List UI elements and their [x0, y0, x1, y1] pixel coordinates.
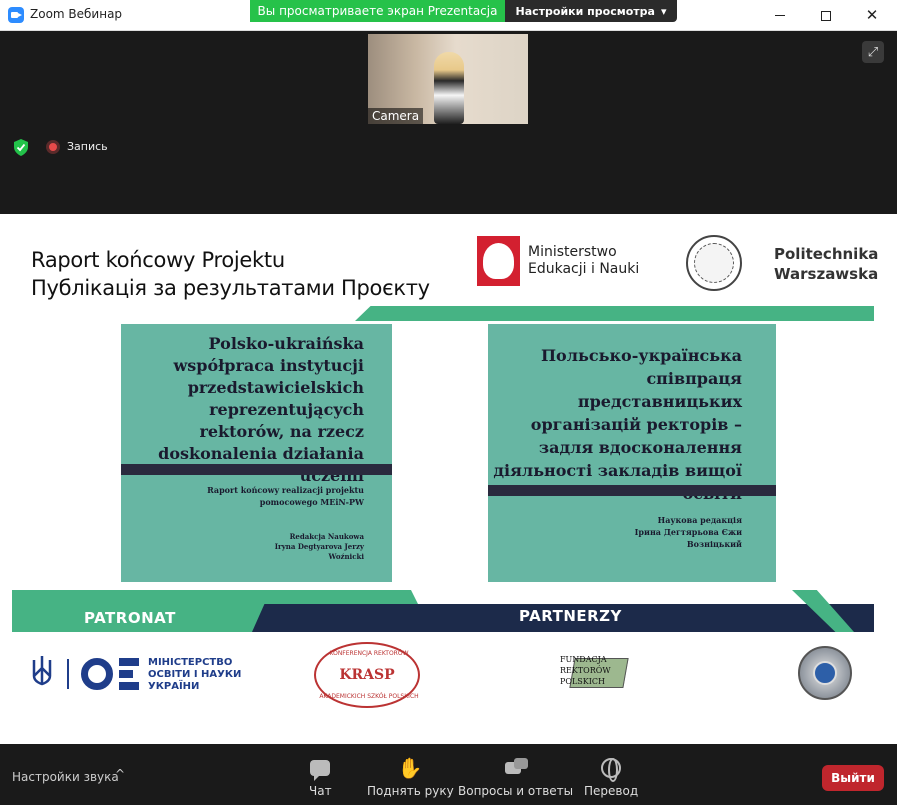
translation-label: Перевод — [584, 784, 639, 798]
maximize-icon — [821, 10, 831, 21]
window-title: Zoom Вебинар — [30, 7, 123, 21]
title-bar: Zoom Вебинар Вы просматриваете экран Pre… — [0, 0, 897, 31]
close-button[interactable]: ✕ — [849, 0, 895, 31]
ministry-line1: Ministerstwo — [528, 244, 617, 260]
hand-icon: ✋ — [397, 756, 423, 780]
view-options-label: Настройки просмотра — [515, 4, 655, 18]
maximize-button[interactable] — [803, 0, 849, 31]
close-icon: ✕ — [865, 6, 879, 24]
view-options-button[interactable]: Настройки просмотра ▾ — [505, 0, 677, 22]
book-cover-ukrainian: Польсько-українська співпраця представни… — [488, 324, 776, 582]
fullscreen-expand-icon[interactable]: ⤢ — [862, 41, 884, 63]
emblem-logo — [798, 646, 852, 700]
chat-label: Чат — [309, 784, 332, 798]
frp-logo: FUNDACJA REKTORÓW POLSKICH — [560, 652, 630, 698]
raise-hand-label: Поднять руку — [367, 784, 454, 798]
recording-icon — [46, 140, 60, 154]
university-seal-logo — [686, 235, 742, 291]
book-ua-title: Польсько-українська співпраця представни… — [493, 346, 742, 503]
book-ua-divider — [488, 485, 776, 496]
recording-label: Запись — [67, 140, 108, 153]
pw-logo-text: Politechnika Warszawska — [774, 244, 878, 284]
translation-button[interactable]: Перевод — [584, 756, 638, 798]
slide-title-line2: Публікація за результатами Проєкту — [31, 276, 430, 300]
pw-line2: Warszawska — [774, 265, 879, 283]
ministry-line2: Edukacji i Nauki — [528, 261, 640, 277]
speaker-figure — [434, 52, 464, 124]
ministry-eagle-logo — [477, 236, 520, 286]
book-pl-divider — [121, 464, 392, 475]
patronat-label: PATRONAT — [84, 609, 176, 627]
mon-logo-e — [119, 658, 139, 690]
qa-button[interactable]: Вопросы и ответы — [458, 756, 573, 798]
krasp-logo: KONFERENCJA REKTORÓW KRASP AKADEMICKICH … — [314, 642, 420, 708]
speaker-video[interactable]: Camera — [368, 34, 528, 124]
mon-divider — [67, 659, 69, 689]
decorative-band — [355, 306, 874, 321]
mon-logo-text: МІНІСТЕРСТВО ОСВІТИ І НАУКИ УКРАЇНИ — [148, 657, 242, 692]
globe-icon — [601, 758, 622, 782]
audio-settings-button[interactable]: Настройки звука — [12, 770, 119, 784]
raise-hand-button[interactable]: ✋ Поднять руку — [367, 756, 454, 798]
pw-line1: Politechnika — [774, 245, 879, 263]
chevron-up-icon[interactable]: ^ — [115, 767, 125, 781]
minimize-icon — [775, 15, 785, 16]
ukraine-trident-icon — [31, 654, 53, 692]
chevron-down-icon: ▾ — [660, 4, 667, 18]
patronat-partnerzy-band: PATRONAT PARTNERZY — [12, 590, 874, 632]
ministry-name: Ministerstwo Edukacji i Nauki — [528, 244, 639, 278]
eagle-icon — [483, 243, 514, 279]
security-shield-icon[interactable] — [12, 139, 29, 156]
video-name-label: Camera — [368, 108, 424, 124]
shared-slide: Raport końcowy Projektu Публікація за ре… — [0, 214, 897, 744]
book-pl-editors: Redakcja Naukowa Iryna Degtyarova Jerzy … — [274, 532, 364, 561]
minimize-button[interactable] — [757, 0, 803, 31]
book-ua-editors: Наукова редакція Ірина Дегтярьова Єжи Во… — [634, 515, 742, 549]
leave-button[interactable]: Выйти — [822, 765, 884, 791]
book-cover-polish: Polsko-ukraińska współpraca instytucji p… — [121, 324, 392, 582]
chat-button[interactable]: Чат — [309, 756, 332, 798]
meeting-toolbar: Настройки звука ^ Чат ✋ Поднять руку Воп… — [0, 744, 897, 805]
slide-title-line1: Raport końcowy Projektu — [31, 248, 285, 272]
mon-logo-o — [81, 658, 113, 690]
qa-icon — [504, 758, 528, 774]
partnerzy-label: PARTNERZY — [519, 607, 622, 625]
chat-icon — [310, 760, 331, 781]
zoom-app-icon — [8, 7, 24, 23]
screen-share-indicator: Вы просматриваете экран Prezentacja — [250, 0, 505, 22]
qa-label: Вопросы и ответы — [458, 784, 574, 798]
book-pl-subtitle: Raport końcowy realizacji projektu pomoc… — [207, 485, 364, 507]
